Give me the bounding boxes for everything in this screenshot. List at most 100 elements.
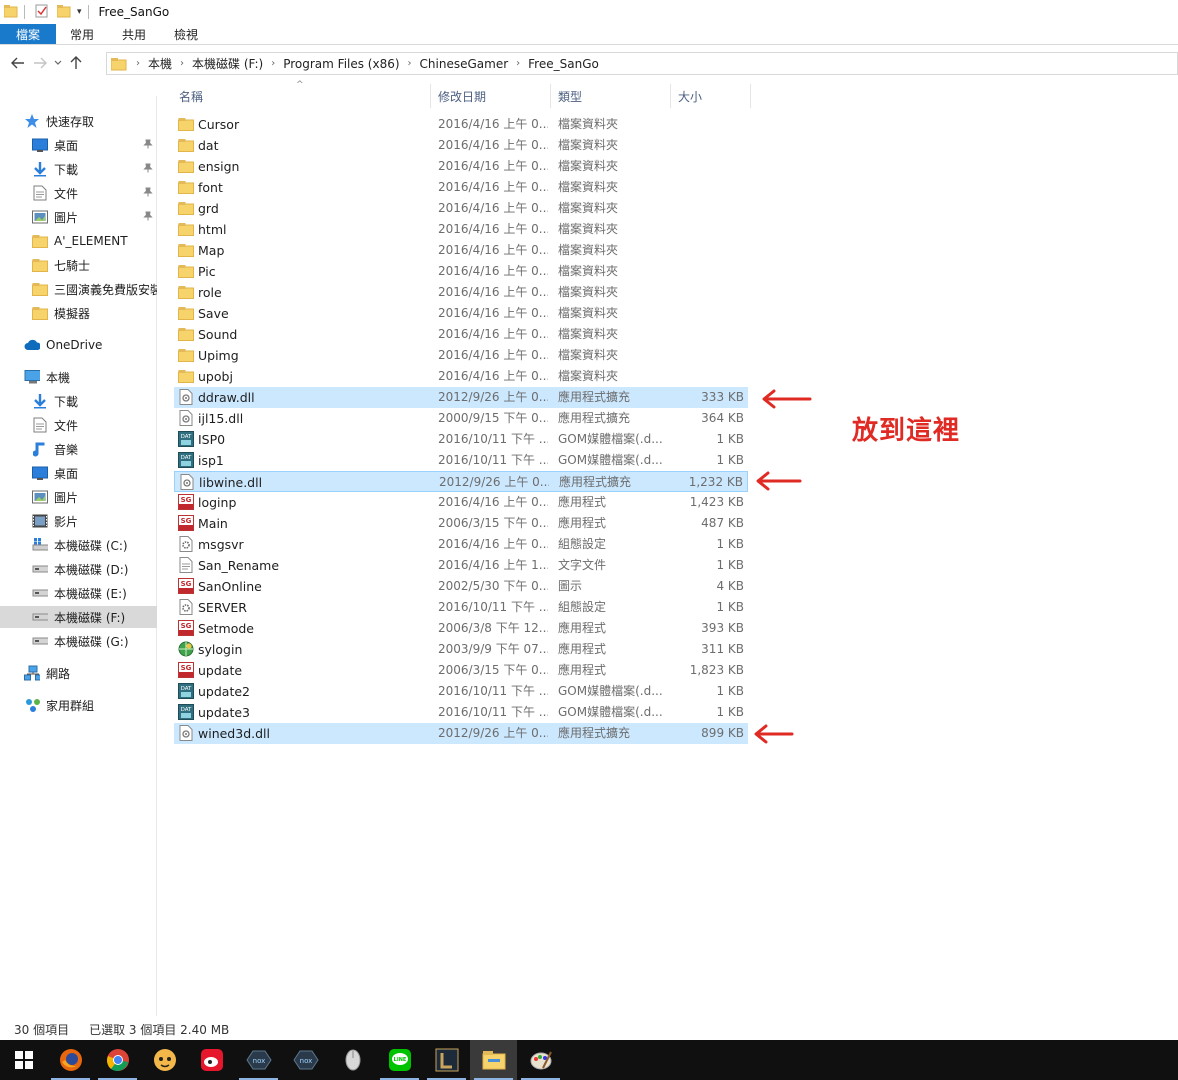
folder-row[interactable]: Upimg 2016/4/16 上午 0... 檔案資料夾 <box>174 345 748 366</box>
paint-icon[interactable] <box>517 1040 564 1080</box>
forward-arrow-icon[interactable] <box>29 52 51 74</box>
windows-start-icon[interactable] <box>0 1040 47 1080</box>
sidebar-item[interactable]: 模擬器 <box>0 302 157 324</box>
new-folder-icon[interactable] <box>56 4 71 21</box>
file-row[interactable]: ijl15.dll 2000/9/15 下午 0... 應用程式擴充 364 KB <box>174 408 748 429</box>
sidebar-item[interactable]: A'_ELEMENT <box>0 230 157 252</box>
tab-share[interactable]: 共用 <box>108 24 160 44</box>
file-explorer-icon[interactable] <box>470 1040 517 1080</box>
file-row[interactable]: DAT isp1 2016/10/11 下午 ... GOM媒體檔案(.d... 1 K… <box>174 450 748 471</box>
sidebar-item[interactable]: 圖片 <box>0 486 157 508</box>
file-name: grd <box>198 201 219 216</box>
sidebar-item[interactable]: 本機 <box>0 366 157 388</box>
column-header-size[interactable]: 大小 <box>673 84 751 108</box>
column-header-type[interactable]: 類型 <box>553 84 671 108</box>
character-app-icon[interactable] <box>141 1040 188 1080</box>
file-row[interactable]: SG loginp 2016/4/16 上午 0... 應用程式 1,423 KB <box>174 492 748 513</box>
file-row[interactable]: sylogin 2003/9/9 下午 07... 應用程式 311 KB <box>174 639 748 660</box>
folder-row[interactable]: Map 2016/4/16 上午 0... 檔案資料夾 <box>174 240 748 261</box>
sidebar-item[interactable]: 文件 <box>0 414 157 436</box>
breadcrumb-drive-f[interactable]: 本機磁碟 (F:) <box>189 55 266 72</box>
file-row[interactable]: SG SanOnline 2002/5/30 下午 0... 圖示 4 KB <box>174 576 748 597</box>
sidebar-item[interactable]: 本機磁碟 (G:) <box>0 630 157 652</box>
folder-row[interactable]: Pic 2016/4/16 上午 0... 檔案資料夾 <box>174 261 748 282</box>
folder-row[interactable]: upobj 2016/4/16 上午 0... 檔案資料夾 <box>174 366 748 387</box>
sidebar-item[interactable]: 快速存取 <box>0 110 157 132</box>
tab-file[interactable]: 檔案 <box>0 24 57 44</box>
folder-row[interactable]: html 2016/4/16 上午 0... 檔案資料夾 <box>174 219 748 240</box>
game-launcher-icon[interactable] <box>423 1040 470 1080</box>
breadcrumb-separator-icon[interactable]: › <box>266 58 280 69</box>
file-row[interactable]: SG update 2006/3/15 下午 0... 應用程式 1,823 KB <box>174 660 748 681</box>
folder-row[interactable]: ensign 2016/4/16 上午 0... 檔案資料夾 <box>174 156 748 177</box>
tab-home[interactable]: 常用 <box>56 24 108 44</box>
breadcrumb-program-files[interactable]: Program Files (x86) <box>280 57 402 71</box>
customize-toolbar-icon[interactable]: ▾ <box>77 7 82 17</box>
column-header-date[interactable]: 修改日期 <box>433 84 551 108</box>
sidebar-item[interactable]: 本機磁碟 (D:) <box>0 558 157 580</box>
firefox-icon[interactable] <box>47 1040 94 1080</box>
mouse-icon[interactable] <box>329 1040 376 1080</box>
file-date: 2016/4/16 上午 0... <box>438 243 548 257</box>
file-row[interactable]: San_Rename 2016/4/16 上午 1... 文字文件 1 KB <box>174 555 748 576</box>
sidebar-item[interactable]: 本機磁碟 (F:) <box>0 606 157 628</box>
sidebar-item[interactable]: 家用群組 <box>0 694 157 716</box>
sidebar-item[interactable]: 桌面 <box>0 462 157 484</box>
sidebar-item[interactable]: 本機磁碟 (E:) <box>0 582 157 604</box>
folder-row[interactable]: Cursor 2016/4/16 上午 0... 檔案資料夾 <box>174 114 748 135</box>
recent-locations-chevron-icon[interactable] <box>51 52 65 74</box>
breadcrumb-separator-icon[interactable]: › <box>131 58 145 69</box>
drive-icon <box>32 585 48 601</box>
sidebar-item-label: 家用群組 <box>46 698 95 713</box>
sidebar-item[interactable]: 音樂 <box>0 438 157 460</box>
address-bar[interactable]: › 本機 › 本機磁碟 (F:) › Program Files (x86) ›… <box>106 52 1178 75</box>
file-row[interactable]: DAT update2 2016/10/11 下午 ... GOM媒體檔案(.d...… <box>174 681 748 702</box>
sidebar-item[interactable]: 下載 <box>0 158 157 180</box>
sidebar-item[interactable]: 本機磁碟 (C:) <box>0 534 157 556</box>
properties-icon[interactable] <box>35 4 49 21</box>
file-row[interactable]: ddraw.dll 2012/9/26 上午 0... 應用程式擴充 333 KB <box>174 387 748 408</box>
breadcrumb-chinesegamer[interactable]: ChineseGamer <box>417 57 512 71</box>
breadcrumb-this-pc[interactable]: 本機 <box>145 55 175 72</box>
file-row[interactable]: libwine.dll 2012/9/26 上午 0... 應用程式擴充 1,232 … <box>174 471 748 492</box>
sidebar-item[interactable]: 七騎士 <box>0 254 157 276</box>
folder-row[interactable]: dat 2016/4/16 上午 0... 檔案資料夾 <box>174 135 748 156</box>
breadcrumb-separator-icon[interactable]: › <box>403 58 417 69</box>
folder-row[interactable]: role 2016/4/16 上午 0... 檔案資料夾 <box>174 282 748 303</box>
file-row[interactable]: SG Main 2006/3/15 下午 0... 應用程式 487 KB <box>174 513 748 534</box>
file-row[interactable]: SERVER 2016/10/11 下午 ... 組態設定 1 KB <box>174 597 748 618</box>
sidebar-item[interactable]: 文件 <box>0 182 157 204</box>
file-row[interactable]: DAT ISP0 2016/10/11 下午 ... GOM媒體檔案(.d... 1 K… <box>174 429 748 450</box>
sidebar-item[interactable]: 影片 <box>0 510 157 532</box>
annotation-text: 放到這裡 <box>852 416 961 446</box>
breadcrumb-free-sango[interactable]: Free_SanGo <box>525 57 602 71</box>
folder-row[interactable]: grd 2016/4/16 上午 0... 檔案資料夾 <box>174 198 748 219</box>
tab-view[interactable]: 檢視 <box>160 24 212 44</box>
sidebar-item[interactable]: 三國演義免費版安裝 <box>0 278 157 300</box>
sidebar-item[interactable]: 下載 <box>0 390 157 412</box>
folder-row[interactable]: Save 2016/4/16 上午 0... 檔案資料夾 <box>174 303 748 324</box>
sidebar-item[interactable]: 桌面 <box>0 134 157 156</box>
file-row[interactable]: msgsvr 2016/4/16 上午 0... 組態設定 1 KB <box>174 534 748 555</box>
folder-file-icon <box>178 221 194 237</box>
back-arrow-icon[interactable] <box>7 52 29 74</box>
weibo-icon[interactable] <box>188 1040 235 1080</box>
breadcrumb-separator-icon[interactable]: › <box>511 58 525 69</box>
folder-row[interactable]: font 2016/4/16 上午 0... 檔案資料夾 <box>174 177 748 198</box>
file-type: 應用程式擴充 <box>558 390 631 404</box>
sidebar-item[interactable]: 網路 <box>0 662 157 684</box>
file-row[interactable]: DAT update3 2016/10/11 下午 ... GOM媒體檔案(.d...… <box>174 702 748 723</box>
file-name: sylogin <box>198 642 243 657</box>
breadcrumb-separator-icon[interactable]: › <box>175 58 189 69</box>
nox-icon[interactable]: nox <box>282 1040 329 1080</box>
file-row[interactable]: SG Setmode 2006/3/8 下午 12... 應用程式 393 KB <box>174 618 748 639</box>
line-icon[interactable]: LINE <box>376 1040 423 1080</box>
file-type: 應用程式擴充 <box>559 475 632 489</box>
sidebar-item[interactable]: 圖片 <box>0 206 157 228</box>
sidebar-item[interactable]: OneDrive <box>0 334 157 356</box>
chrome-icon[interactable] <box>94 1040 141 1080</box>
folder-row[interactable]: Sound 2016/4/16 上午 0... 檔案資料夾 <box>174 324 748 345</box>
nox-icon[interactable]: nox <box>235 1040 282 1080</box>
up-arrow-icon[interactable] <box>65 52 87 74</box>
file-row[interactable]: wined3d.dll 2012/9/26 上午 0... 應用程式擴充 899 KB <box>174 723 748 744</box>
